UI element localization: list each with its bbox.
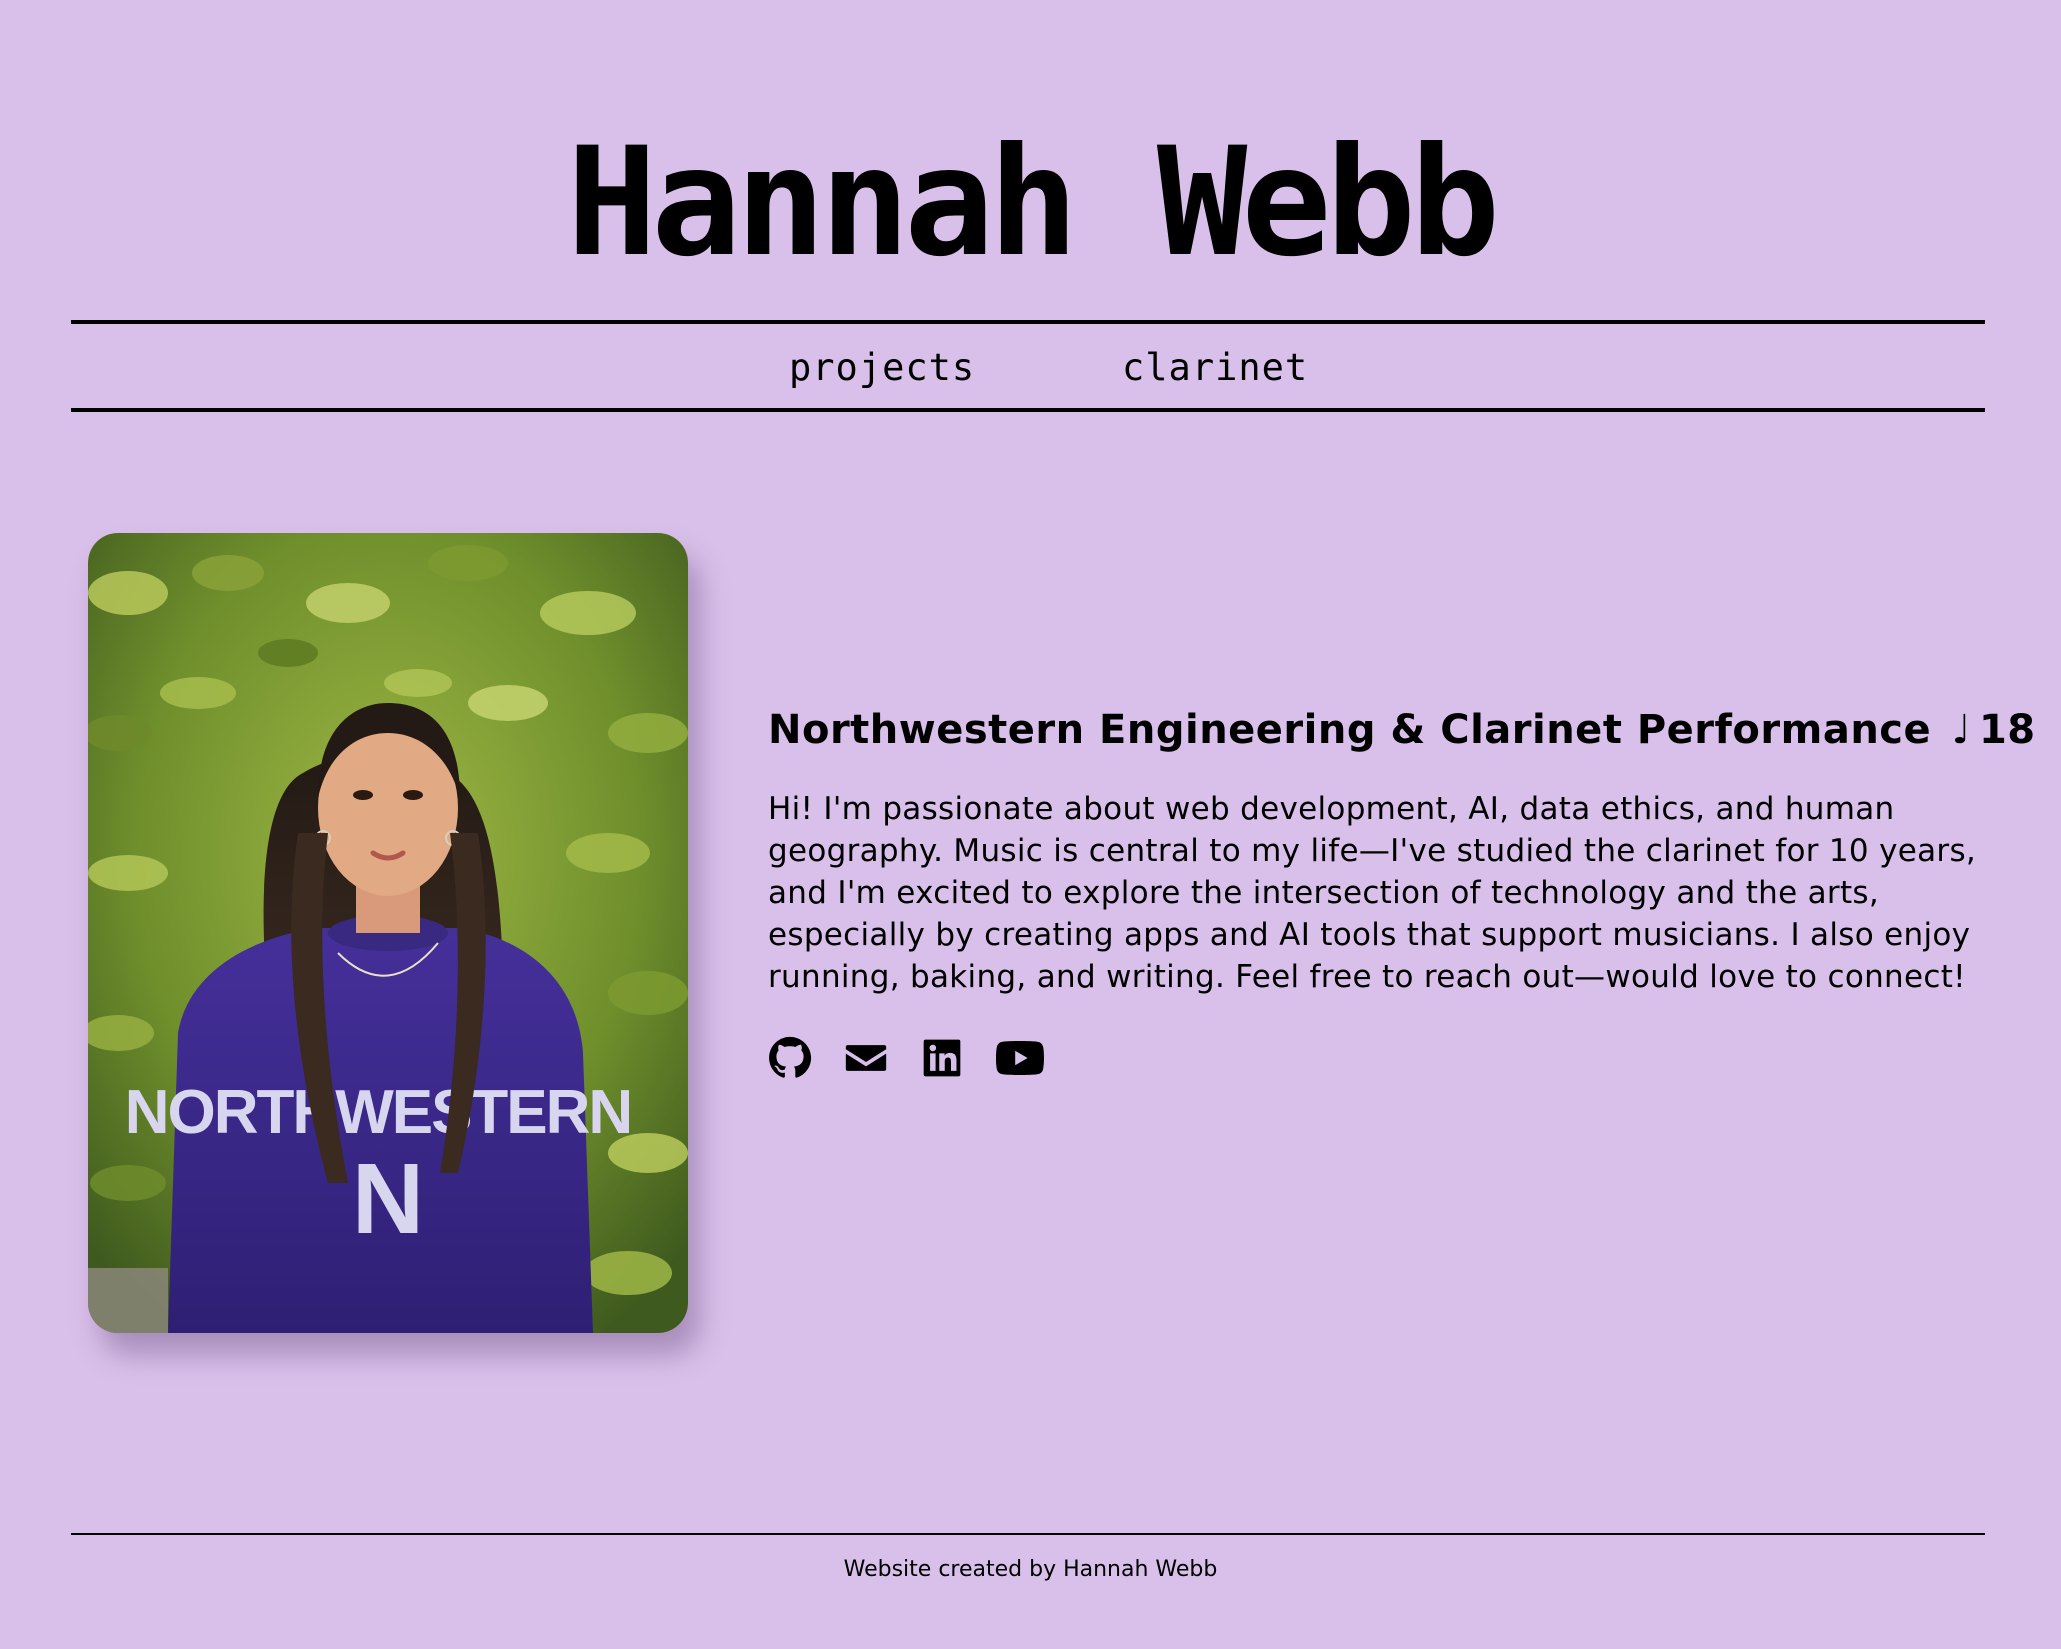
footer-credit: Website created by Hannah Webb [843,1557,1218,1582]
email-icon[interactable] [844,1036,888,1080]
profile-photo: NORTHWESTERN N [88,533,688,1333]
footer-divider [71,1533,1985,1535]
nav-link-projects[interactable]: projects [789,346,975,390]
svg-text:NORTHWESTERN: NORTHWESTERN [125,1078,631,1147]
profile-subtitle: Northwestern Engineering & Clarinet Perf… [768,700,2035,760]
github-icon[interactable] [768,1036,812,1080]
quarter-note-icon: ♩ [1951,707,1971,753]
nav-bottom-divider [71,408,1985,412]
youtube-icon[interactable] [996,1036,1044,1080]
bio-section: Northwestern Engineering & Clarinet Perf… [768,700,2035,1080]
subtitle-year: 18 [1978,707,2036,753]
linkedin-icon[interactable] [920,1036,964,1080]
main-nav: projects clarinet [71,324,1985,408]
svg-text:N: N [352,1143,424,1255]
subtitle-main: Northwestern Engineering & Clarinet Perf… [768,707,1932,753]
site-title: Hannah Webb [566,116,1500,290]
bio-text: Hi! I'm passionate about web development… [768,791,1977,995]
nav-link-clarinet[interactable]: clarinet [1122,346,1308,390]
social-links [768,1036,1978,1080]
